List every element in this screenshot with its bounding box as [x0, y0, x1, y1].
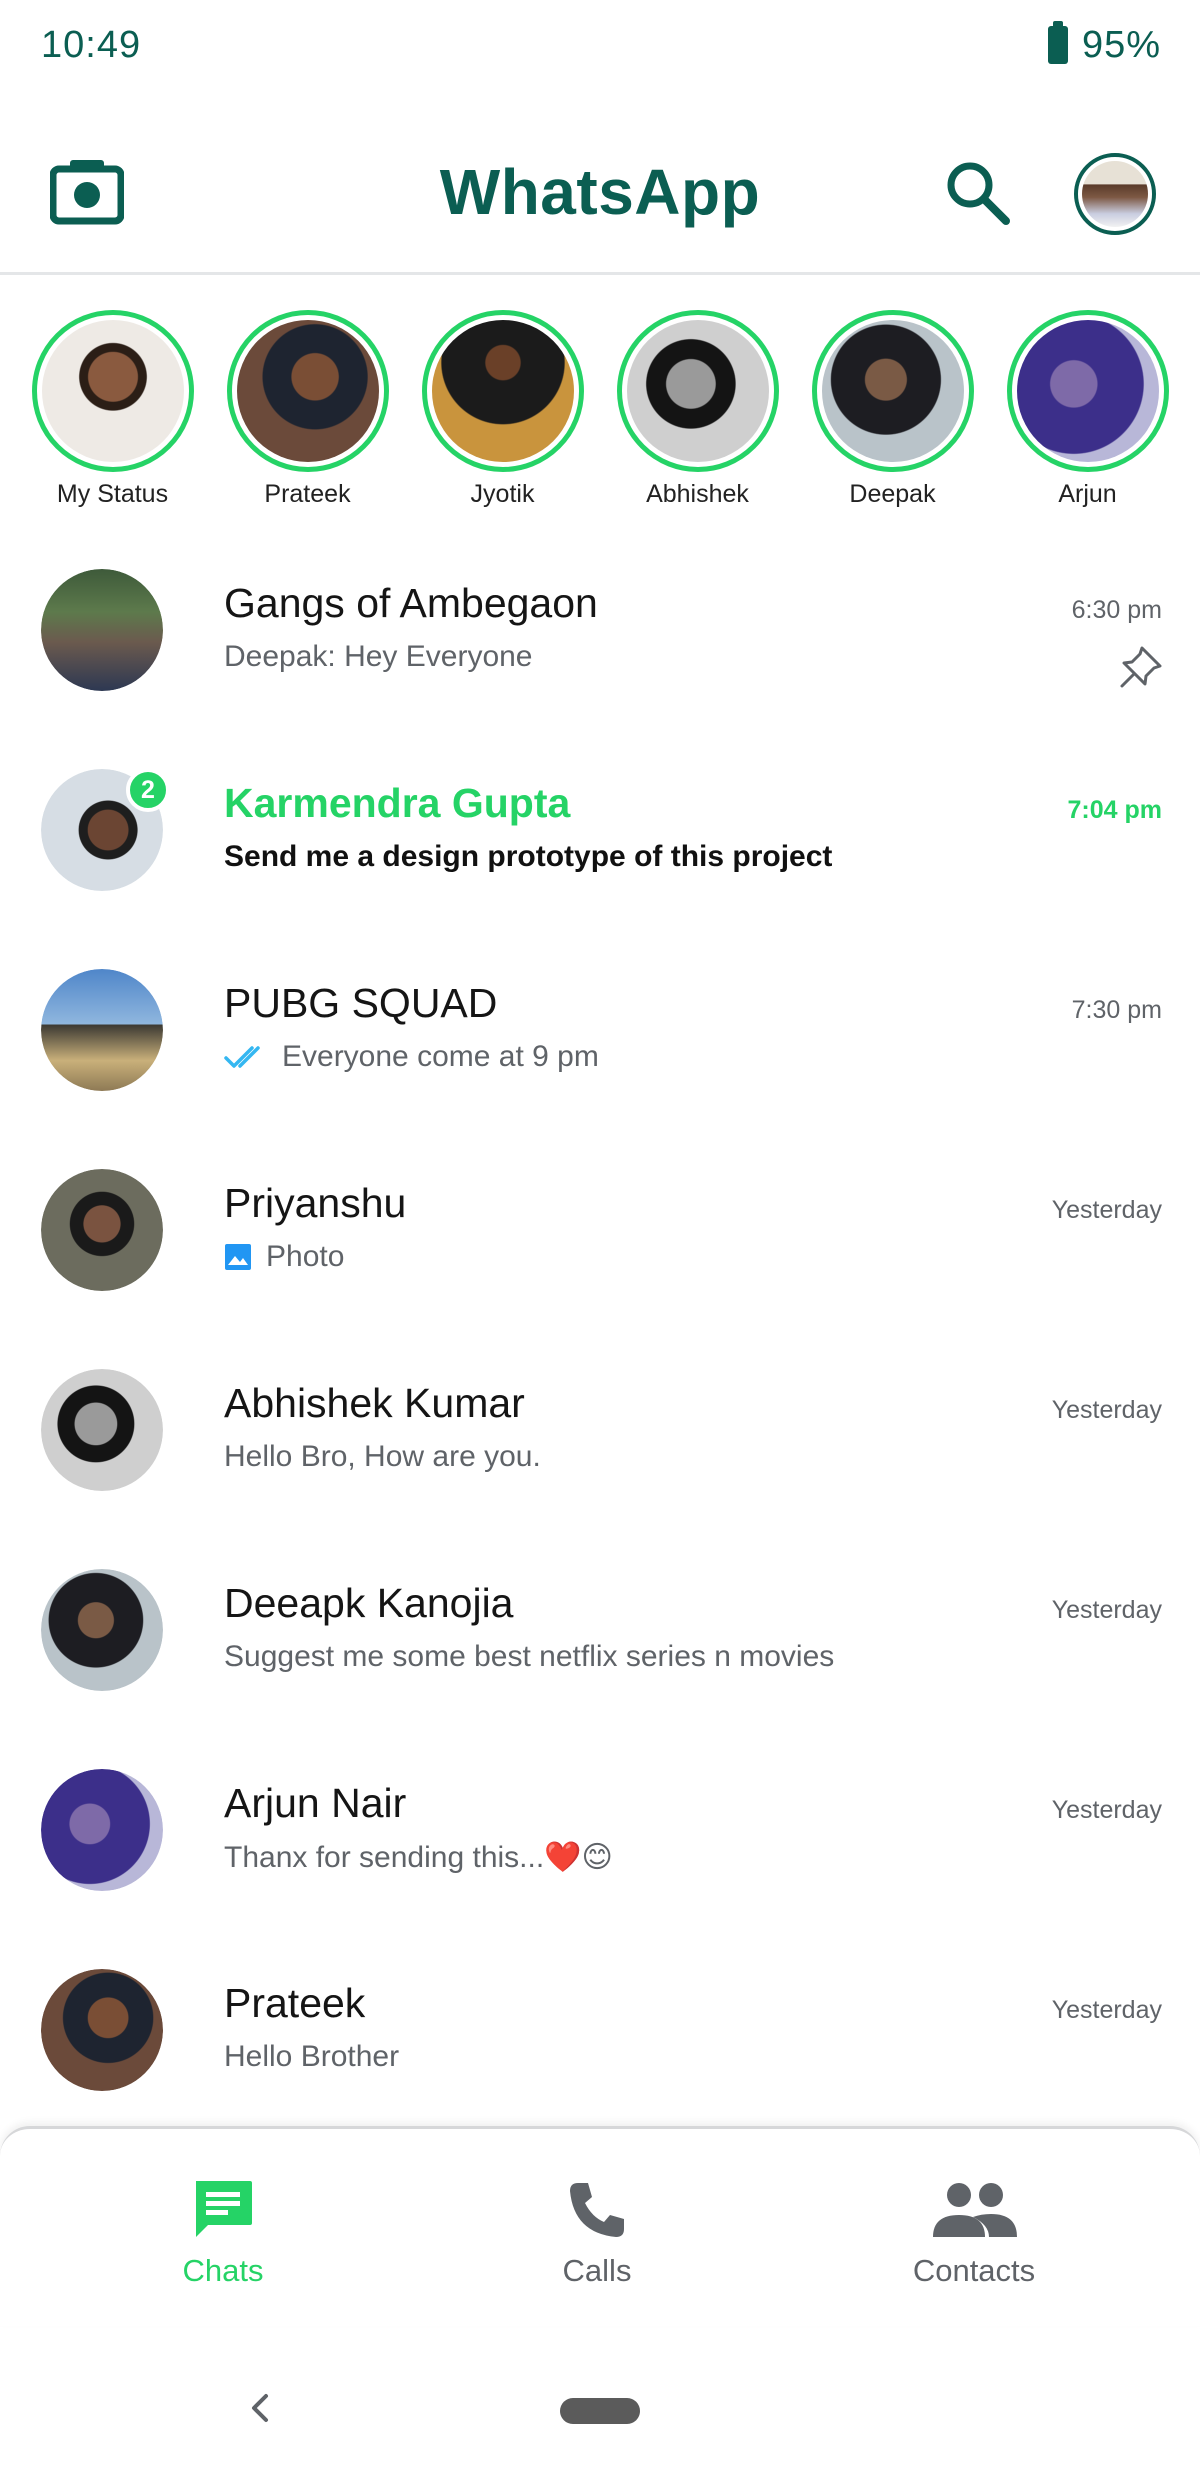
battery-percent: 95%: [1082, 24, 1162, 66]
search-icon[interactable]: [942, 157, 1014, 229]
status-item[interactable]: Deepak: [810, 310, 975, 509]
status-item[interactable]: Jyotik: [420, 310, 585, 509]
status-name: Deepak: [849, 480, 936, 508]
chat-message-text: Everyone come at 9 pm: [282, 1040, 599, 1073]
tab-contacts[interactable]: Contacts: [864, 2177, 1084, 2289]
chat-time: Yesterday: [1051, 1996, 1162, 2024]
status-item[interactable]: Arjun: [1005, 310, 1170, 509]
chat-time: 7:30 pm: [1071, 996, 1162, 1024]
status-name: Prateek: [264, 480, 351, 508]
status-time: 10:49: [41, 24, 142, 66]
tab-chats[interactable]: Chats: [113, 2177, 333, 2289]
tab-label: Calls: [562, 2253, 632, 2288]
bottom-nav: Chats Calls Contacts: [0, 2126, 1200, 2326]
chat-last-message: Photo: [224, 1240, 344, 1274]
tab-label: Chats: [182, 2253, 264, 2288]
chat-name: Karmendra Gupta: [224, 780, 571, 826]
chat-last-message: Everyone come at 9 pm: [224, 1040, 599, 1074]
system-nav: [0, 2330, 1200, 2467]
status-name: Arjun: [1058, 480, 1117, 508]
status-item[interactable]: Prateek: [225, 310, 390, 509]
unread-badge: 2: [126, 768, 170, 812]
status-name: Jyotik: [470, 480, 535, 508]
chat-name: Deeapk Kanojia: [224, 1580, 514, 1626]
chat-avatar: [41, 1169, 163, 1291]
home-pill[interactable]: [560, 2398, 640, 2424]
pin-icon: [1118, 644, 1164, 690]
chat-row[interactable]: Gangs of Ambegaon Deepak: Hey Everyone 6…: [0, 560, 1200, 760]
chat-row[interactable]: 2 Karmendra Gupta Send me a design proto…: [0, 760, 1200, 960]
app-header: WhatsApp: [0, 95, 1200, 275]
chat-avatar: [41, 1769, 163, 1891]
chat-avatar: [41, 1369, 163, 1491]
status-name: Abhishek: [646, 480, 749, 508]
phone-icon: [570, 2183, 624, 2237]
chat-avatar: [41, 1969, 163, 2091]
double-tick-icon: [224, 1046, 260, 1068]
chat-message-text: Photo: [266, 1240, 345, 1273]
chat-time: Yesterday: [1051, 1196, 1162, 1224]
chat-time: 6:30 pm: [1071, 596, 1162, 624]
chat-icon: [196, 2181, 252, 2237]
chat-time: 7:04 pm: [1067, 796, 1162, 824]
profile-avatar[interactable]: [1074, 153, 1156, 235]
chat-name: Arjun Nair: [224, 1780, 407, 1826]
chat-row[interactable]: Priyanshu Photo Yesterday: [0, 1160, 1200, 1360]
chat-name: PUBG SQUAD: [224, 980, 498, 1026]
chat-last-message: Send me a design prototype of this proje…: [224, 840, 833, 873]
battery-icon: [1048, 21, 1068, 64]
chat-last-message: Thanx for sending this...❤️😊: [224, 1841, 613, 1874]
chat-name: Abhishek Kumar: [224, 1380, 525, 1426]
chat-row[interactable]: Arjun Nair Thanx for sending this...❤️😊 …: [0, 1760, 1200, 1960]
tab-label: Contacts: [912, 2253, 1036, 2288]
chat-avatar: [41, 569, 163, 691]
chat-time: Yesterday: [1051, 1796, 1162, 1824]
app-title: WhatsApp: [439, 156, 761, 228]
status-strip: My Status Prateek Jyotik Abhishek Deepak…: [0, 310, 1200, 520]
chat-avatar: [41, 969, 163, 1091]
status-name: My Status: [56, 480, 169, 508]
chat-avatar: [41, 1569, 163, 1691]
chat-last-message: Deepak: Hey Everyone: [224, 640, 533, 673]
chat-row[interactable]: Abhishek Kumar Hello Bro, How are you. Y…: [0, 1360, 1200, 1560]
photo-icon: [225, 1244, 251, 1270]
chat-time: Yesterday: [1051, 1396, 1162, 1424]
back-icon[interactable]: [242, 2390, 278, 2426]
chat-row[interactable]: PUBG SQUAD Everyone come at 9 pm 7:30 pm: [0, 960, 1200, 1160]
status-item[interactable]: My Status: [30, 310, 195, 509]
chat-last-message: Hello Bro, How are you.: [224, 1440, 541, 1473]
chat-last-message: Suggest me some best netflix series n mo…: [224, 1640, 835, 1673]
status-bar: 10:49 95%: [0, 0, 1200, 95]
chat-last-message: Hello Brother: [224, 2040, 400, 2073]
chat-row[interactable]: Deeapk Kanojia Suggest me some best netf…: [0, 1560, 1200, 1760]
tab-calls[interactable]: Calls: [487, 2177, 707, 2289]
status-item[interactable]: Abhishek: [615, 310, 780, 509]
chat-name: Prateek: [224, 1980, 366, 2026]
chat-name: Priyanshu: [224, 1180, 407, 1226]
contacts-icon: [933, 2183, 1017, 2237]
chat-name: Gangs of Ambegaon: [224, 580, 598, 626]
chat-time: Yesterday: [1051, 1596, 1162, 1624]
